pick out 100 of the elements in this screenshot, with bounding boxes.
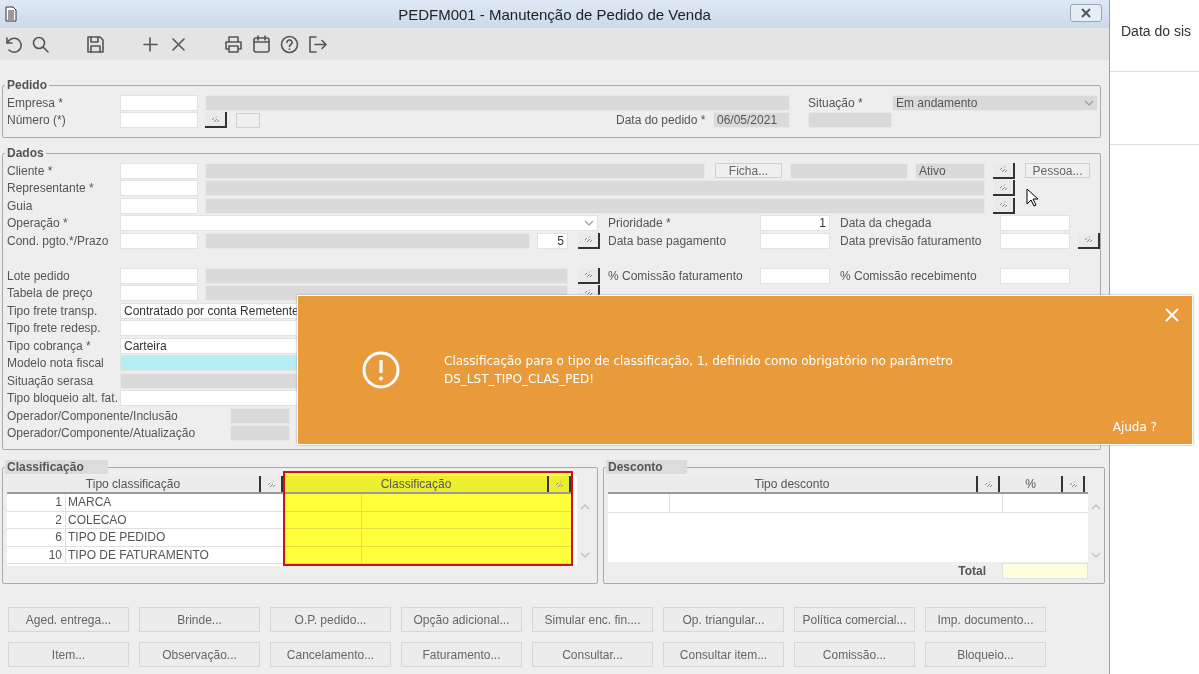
lookup-button[interactable] (993, 162, 1015, 179)
lookup-button[interactable] (993, 180, 1015, 197)
input-field[interactable] (120, 267, 198, 284)
sparkle-icon (583, 288, 593, 296)
action-button[interactable]: Faturamento... (401, 642, 522, 667)
toast-message: Classificação para o tipo de classificação, 1, definido como obrigatório no parâmetro DS_LST_TIPO_CLAS_PED! (444, 353, 954, 388)
field-label: Tipo frete transp. (7, 303, 99, 318)
input-field[interactable] (1000, 232, 1070, 249)
action-button[interactable]: Observação... (139, 642, 260, 667)
action-button[interactable]: Bloqueio... (925, 642, 1046, 667)
field-label: Prioridade * (608, 216, 672, 231)
section-title: Dados (6, 146, 45, 160)
chevron-down-icon[interactable] (1091, 552, 1101, 558)
exit-icon[interactable] (308, 34, 327, 54)
field-label: Data da chegada (840, 216, 933, 231)
lookup-button[interactable] (1078, 232, 1100, 249)
input-field[interactable]: 1 (760, 215, 830, 232)
table-cell-text: TIPO DE FATURAMENTO (67, 546, 210, 563)
section-title: Classificação (5, 460, 108, 474)
chevron-up-icon[interactable] (1091, 504, 1101, 510)
calendar-icon[interactable] (252, 34, 271, 54)
field-label: Tabela de preço (7, 286, 94, 301)
field-label: Situação * (808, 95, 864, 110)
table-cell: 10 (7, 546, 66, 563)
sparkle-icon (998, 201, 1008, 209)
chevron-down-icon (1084, 99, 1094, 106)
sparkle-icon (583, 271, 593, 279)
lookup-button[interactable] (205, 112, 227, 129)
field-label: Modelo nota fiscal (7, 356, 105, 371)
form-button[interactable] (236, 112, 260, 128)
field-label: Operador/Componente/Atualização (7, 426, 197, 441)
field-label: Tipo bloqueio alt. fat. (7, 391, 119, 406)
input-field[interactable] (120, 112, 198, 129)
field-label: Empresa * (7, 95, 65, 110)
lookup-button[interactable] (578, 267, 600, 284)
undo-icon[interactable] (3, 34, 22, 54)
action-button[interactable]: Opção adicional... (401, 607, 522, 632)
close-button[interactable] (1070, 4, 1102, 22)
input-field[interactable]: 5 (537, 232, 568, 249)
table-cell: 1 (7, 494, 66, 511)
action-button[interactable]: Imp. documento... (925, 607, 1046, 632)
sparkle-icon (554, 480, 564, 488)
warning-icon (362, 351, 400, 389)
action-button[interactable]: Aged. entrega... (8, 607, 129, 632)
action-button[interactable]: Cancelamento... (270, 642, 391, 667)
input-field[interactable] (1000, 267, 1070, 284)
chevron-down-icon[interactable] (580, 552, 590, 558)
action-button[interactable]: Comissão... (794, 642, 915, 667)
action-button[interactable]: Consultar item... (663, 642, 784, 667)
action-button[interactable]: Op. triangular... (663, 607, 784, 632)
action-button[interactable]: Brinde... (139, 607, 260, 632)
field-label: Tipo cobrança * (7, 338, 92, 353)
field-label: % Comissão recebimento (840, 268, 978, 283)
form-button[interactable]: Ficha... (715, 163, 782, 179)
lookup-button[interactable] (993, 197, 1015, 214)
chevron-up-icon[interactable] (580, 504, 590, 510)
input-field[interactable] (1000, 215, 1070, 232)
input-field[interactable] (120, 285, 198, 302)
field-label: Cliente * (7, 163, 54, 178)
field-label: Data previsão faturamento (840, 233, 983, 248)
lookup-button[interactable] (578, 232, 600, 249)
input-field[interactable] (760, 267, 830, 284)
section-title: Desconto (606, 460, 687, 474)
field-label: Guia (7, 198, 34, 213)
search-icon[interactable] (31, 34, 50, 54)
sparkle-icon (1083, 236, 1093, 244)
form-button[interactable]: Pessoa... (1025, 163, 1090, 179)
total-label: Total (958, 564, 986, 578)
save-icon[interactable] (86, 34, 105, 54)
input-field[interactable] (120, 180, 198, 197)
field-label: Tipo frete redesp. (7, 321, 102, 336)
input-field[interactable] (120, 197, 198, 214)
action-button[interactable]: Simular enc. fin.... (532, 607, 653, 632)
window-title: PEDFM001 - Manutenção de Pedido de Venda (398, 5, 711, 23)
input-field[interactable] (120, 232, 198, 249)
sparkle-icon (1068, 480, 1078, 488)
close-icon (1080, 8, 1092, 18)
sparkle-icon (210, 115, 220, 123)
action-button[interactable]: Item... (8, 642, 129, 667)
input-field[interactable] (760, 232, 830, 249)
plus-icon[interactable] (141, 34, 160, 54)
table-cell-text: MARCA (67, 494, 113, 511)
field-label: Lote pedido (7, 268, 71, 283)
input-field[interactable] (120, 94, 198, 111)
action-button[interactable]: Política comercial... (794, 607, 915, 632)
pointer-icon (1026, 188, 1038, 207)
input-field[interactable] (120, 162, 198, 179)
sparkle-icon (266, 480, 276, 488)
action-button[interactable]: O.P. pedido... (270, 607, 391, 632)
dropdown-field[interactable] (120, 215, 598, 232)
help-icon[interactable] (280, 34, 299, 54)
table-cell-text: TIPO DE PEDIDO (67, 529, 167, 546)
action-button[interactable]: Consultar... (532, 642, 653, 667)
field-label: Data do pedido * (616, 113, 707, 128)
field-label: Número (*) (7, 113, 67, 128)
printer-icon[interactable] (224, 34, 243, 54)
sparkle-icon (998, 183, 1008, 191)
table-cell-text: COLECAO (67, 511, 128, 528)
sparkle-icon (998, 166, 1008, 174)
field-label: Situação serasa (7, 373, 95, 388)
